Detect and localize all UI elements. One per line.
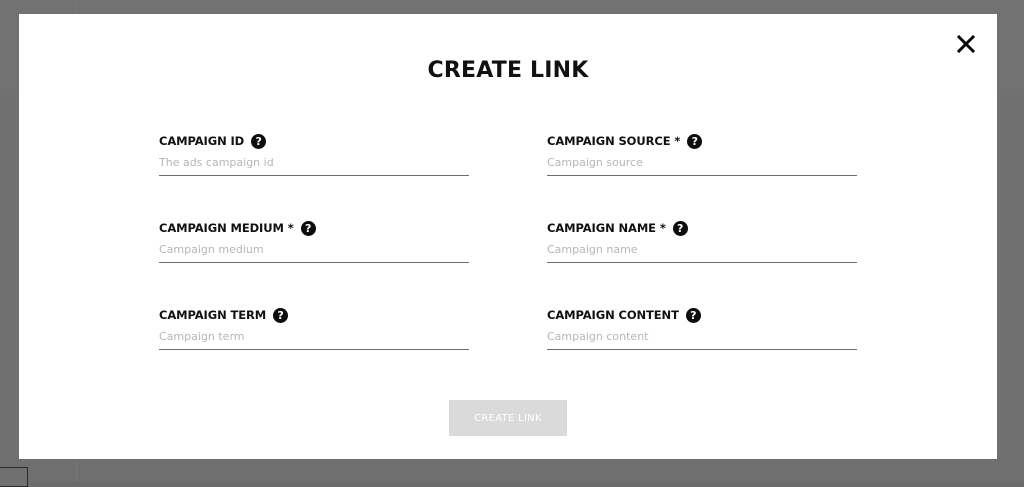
campaign-source-input[interactable] — [547, 154, 857, 176]
campaign-medium-input[interactable] — [159, 241, 469, 263]
help-icon[interactable]: ? — [687, 133, 703, 149]
campaign-term-input[interactable] — [159, 328, 469, 350]
close-button[interactable] — [957, 35, 975, 53]
background-element — [0, 467, 28, 487]
campaign-term-field: CAMPAIGN TERM ? — [159, 306, 469, 350]
campaign-source-label: CAMPAIGN SOURCE * — [547, 134, 681, 148]
help-icon[interactable]: ? — [251, 133, 267, 149]
help-icon[interactable]: ? — [672, 220, 688, 236]
campaign-content-field: CAMPAIGN CONTENT ? — [547, 306, 857, 350]
campaign-medium-label: CAMPAIGN MEDIUM * — [159, 221, 294, 235]
campaign-content-input[interactable] — [547, 328, 857, 350]
help-icon[interactable]: ? — [300, 220, 316, 236]
help-icon[interactable]: ? — [685, 307, 701, 323]
campaign-name-input[interactable] — [547, 241, 857, 263]
campaign-medium-field: CAMPAIGN MEDIUM * ? — [159, 219, 469, 263]
campaign-id-input[interactable] — [159, 154, 469, 176]
campaign-term-label: CAMPAIGN TERM — [159, 308, 267, 322]
campaign-id-label: CAMPAIGN ID — [159, 134, 245, 148]
help-icon[interactable]: ? — [273, 307, 289, 323]
campaign-source-field: CAMPAIGN SOURCE * ? — [547, 132, 857, 176]
create-link-modal: CREATE LINK CAMPAIGN ID ? CAMPAIGN SOURC… — [19, 14, 997, 459]
modal-title: CREATE LINK — [427, 58, 589, 83]
campaign-name-label: CAMPAIGN NAME * — [547, 221, 666, 235]
campaign-name-field: CAMPAIGN NAME * ? — [547, 219, 857, 263]
campaign-id-field: CAMPAIGN ID ? — [159, 132, 469, 176]
campaign-content-label: CAMPAIGN CONTENT — [547, 308, 679, 322]
close-icon[interactable] — [957, 35, 975, 53]
create-link-button[interactable]: CREATE LINK — [449, 400, 567, 436]
